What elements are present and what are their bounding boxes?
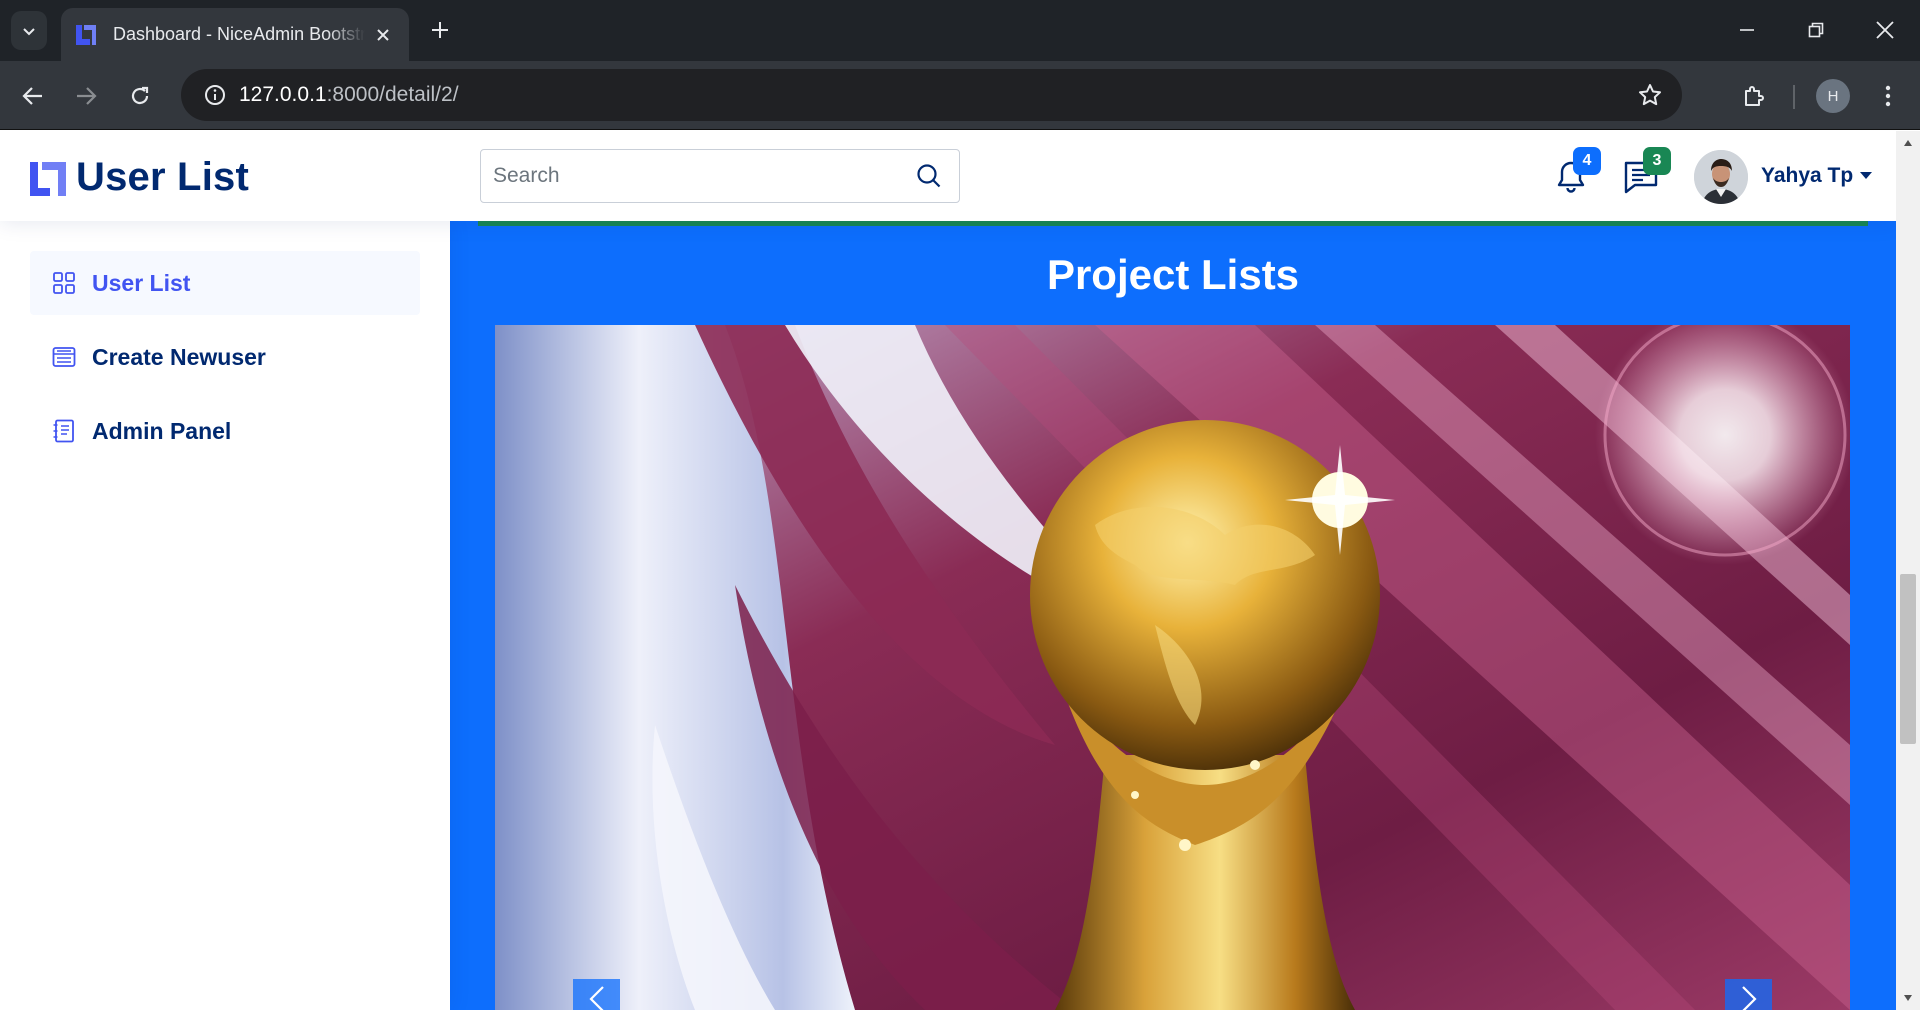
logo-text: User List (76, 155, 249, 199)
site-header: User List 4 3 (0, 131, 1896, 221)
page-scrollbar[interactable] (1896, 131, 1920, 1010)
tab-close-icon[interactable] (371, 23, 395, 47)
puzzle-icon (1745, 86, 1764, 106)
browser-tab-strip: Dashboard - NiceAdmin Bootstrap Template (0, 0, 1920, 61)
chevron-left-icon (588, 986, 604, 1010)
niceadmin-favicon-icon (76, 24, 96, 45)
url-text: 127.0.0.1:8000/detail/2/ (239, 83, 459, 107)
scroll-up-arrow-icon[interactable] (1896, 131, 1920, 155)
reload-button[interactable] (120, 76, 160, 116)
browser-menu-button[interactable] (1868, 76, 1908, 116)
new-tab-button[interactable] (424, 14, 456, 46)
grid-icon (53, 272, 75, 294)
close-icon (1876, 21, 1894, 39)
search-icon (917, 164, 941, 188)
page-viewport: User List 4 3 (0, 131, 1920, 1010)
site-info-icon[interactable] (191, 69, 239, 121)
sidebar-item-label: Admin Panel (92, 417, 232, 444)
tab-title: Dashboard - NiceAdmin Bootstrap Template (113, 24, 365, 44)
forward-button[interactable] (66, 76, 106, 116)
url-path: :8000/detail/2/ (326, 83, 459, 106)
plus-icon (432, 22, 448, 38)
minimize-button[interactable] (1727, 10, 1767, 50)
back-button[interactable] (13, 76, 53, 116)
browser-toolbar: 127.0.0.1:8000/detail/2/ H (0, 61, 1920, 130)
notifications-button[interactable]: 4 (1547, 147, 1601, 201)
search-input[interactable] (481, 150, 899, 202)
carousel-image-trophy-flag (495, 325, 1850, 1010)
browser-profile-avatar[interactable]: H (1816, 79, 1850, 113)
sidebar-item-user-list[interactable]: User List (30, 251, 420, 315)
search-button[interactable] (899, 150, 959, 202)
sidebar: User List Create Newuser Admin Panel (0, 221, 450, 1010)
messages-badge: 3 (1643, 147, 1671, 175)
chevron-right-icon (1741, 986, 1757, 1010)
sidebar-item-label: Create Newuser (92, 343, 266, 370)
arrow-left-icon (22, 87, 42, 105)
logo-mark-icon (30, 161, 66, 196)
caret-down-icon[interactable] (1860, 172, 1872, 179)
sidebar-item-admin-panel[interactable]: Admin Panel (30, 399, 420, 463)
avatar[interactable] (1694, 150, 1748, 204)
carousel-next-button[interactable] (1725, 979, 1772, 1010)
scroll-down-arrow-icon[interactable] (1896, 986, 1920, 1010)
sidebar-item-create-newuser[interactable]: Create Newuser (30, 325, 420, 389)
url-host: 127.0.0.1 (239, 83, 327, 106)
address-bar[interactable]: 127.0.0.1:8000/detail/2/ (181, 69, 1682, 121)
bookmark-star-icon[interactable] (1636, 81, 1664, 109)
search-bar (480, 149, 960, 203)
user-avatar-icon (1694, 150, 1748, 204)
scroll-thumb[interactable] (1900, 574, 1916, 744)
extensions-button[interactable] (1734, 76, 1774, 116)
toolbar-divider (1793, 85, 1795, 109)
tab-search-button[interactable] (11, 11, 47, 50)
project-carousel (495, 325, 1850, 1010)
restore-icon (1808, 22, 1824, 38)
profile-name[interactable]: Yahya Tp (1761, 164, 1853, 188)
close-window-button[interactable] (1865, 10, 1905, 50)
more-vertical-icon (1885, 85, 1891, 107)
page-title: Project Lists (1046, 251, 1300, 298)
messages-button[interactable]: 3 (1617, 147, 1671, 201)
browser-tab-active[interactable]: Dashboard - NiceAdmin Bootstrap Template (61, 8, 409, 61)
main-content: Project Lists (450, 221, 1896, 1010)
arrow-right-icon (77, 87, 97, 105)
minimize-icon (1740, 29, 1754, 31)
notifications-badge: 4 (1573, 147, 1601, 175)
carousel-prev-button[interactable] (573, 979, 620, 1010)
restore-button[interactable] (1796, 10, 1836, 50)
card-top-border (478, 221, 1868, 226)
reload-icon (131, 86, 149, 105)
sidebar-item-label: User List (92, 269, 191, 296)
journal-text-icon (53, 419, 74, 443)
logo-link[interactable]: User List (28, 155, 249, 200)
menu-button-icon (52, 347, 76, 367)
chevron-down-icon (23, 27, 35, 35)
